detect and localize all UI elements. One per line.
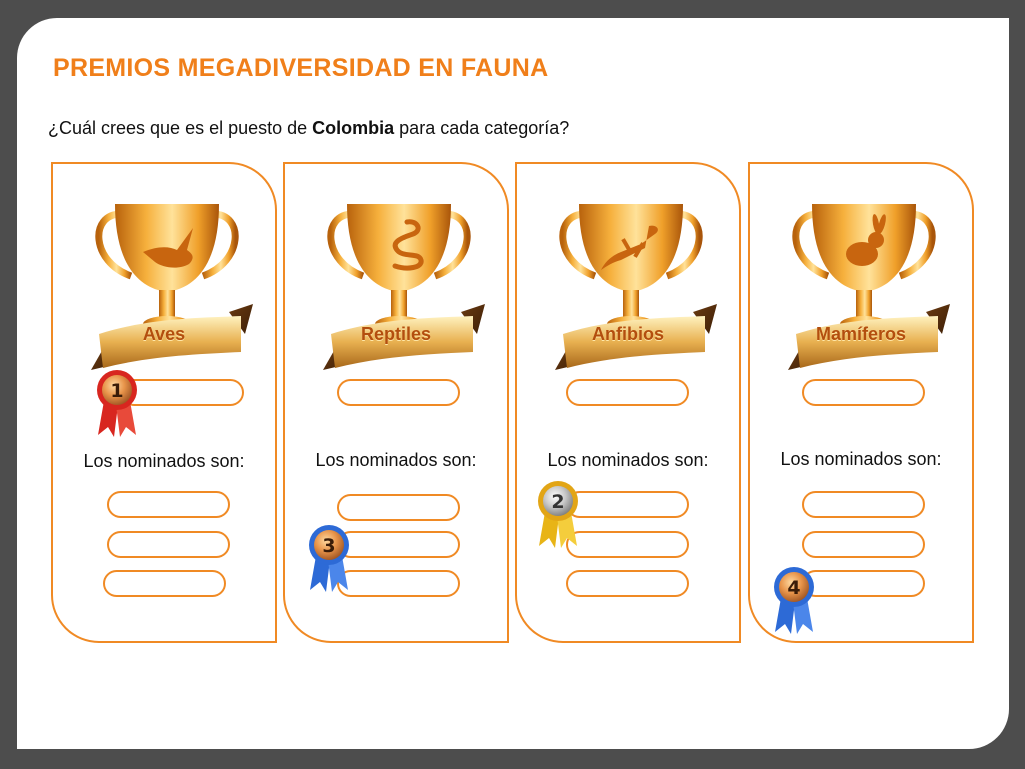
nominee-input-2[interactable] — [566, 531, 689, 558]
category-card-anfibios: Anfibios Los nominados son: — [515, 162, 741, 643]
nominee-input-1[interactable] — [802, 491, 925, 518]
category-label: Mamíferos — [815, 324, 907, 344]
nominees-label: Los nominados son: — [780, 449, 942, 469]
question-text: ¿Cuál crees que es el puesto de Colombia… — [48, 118, 570, 138]
colombia-rank-input[interactable] — [566, 379, 689, 406]
nominee-input-3[interactable] — [337, 570, 460, 597]
colombia-rank-input[interactable] — [337, 379, 460, 406]
nominees-label: Los nominados son: — [547, 450, 709, 470]
colombia-rank-input[interactable] — [802, 379, 925, 406]
category-label: Anfibios — [592, 324, 664, 344]
nominees-label: Los nominados son: — [83, 451, 245, 471]
trophy-icon — [91, 204, 253, 370]
medal-number: 3 — [322, 535, 335, 557]
category-label: Aves — [142, 324, 186, 344]
medal-2-gold[interactable]: 2 — [535, 480, 581, 550]
medal-4-blue[interactable]: 4 — [771, 566, 817, 636]
trophy-icon — [555, 204, 717, 370]
trophy-icon — [788, 204, 950, 370]
nominee-input-1[interactable] — [337, 494, 460, 521]
nominee-input-2[interactable] — [802, 531, 925, 558]
medal-number: 2 — [551, 491, 564, 513]
page-title: PREMIOS MEGADIVERSIDAD EN FAUNA — [53, 54, 549, 82]
nominee-input-3[interactable] — [802, 570, 925, 597]
nominee-input-2[interactable] — [337, 531, 460, 558]
nominee-input-3[interactable] — [566, 570, 689, 597]
trophy-icon — [323, 204, 485, 370]
nominees-label: Los nominados son: — [315, 450, 477, 470]
medal-number: 1 — [110, 380, 123, 402]
medal-3-blue[interactable]: 3 — [306, 524, 352, 594]
medal-number: 4 — [787, 577, 800, 599]
nominee-input-3[interactable] — [103, 570, 226, 597]
nominee-input-1[interactable] — [566, 491, 689, 518]
category-card-aves: Aves Los nominados son: — [51, 162, 277, 643]
nominee-input-2[interactable] — [107, 531, 230, 558]
medal-1-red[interactable]: 1 — [94, 369, 140, 439]
category-label: Reptiles — [360, 324, 432, 344]
nominee-input-1[interactable] — [107, 491, 230, 518]
